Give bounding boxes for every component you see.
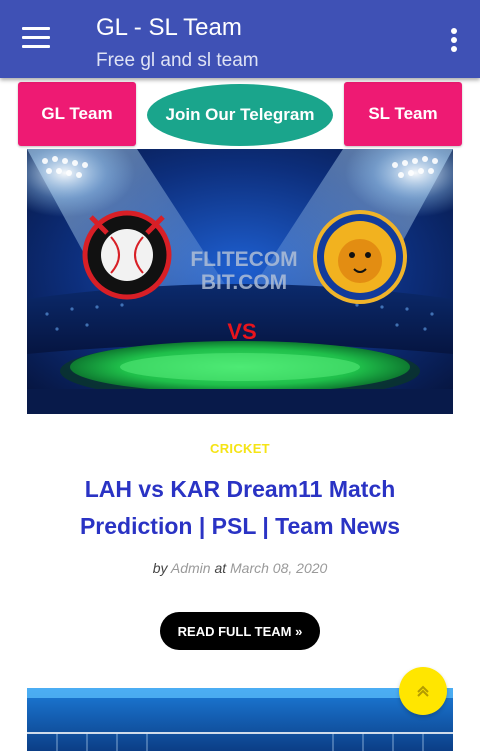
read-full-team-button[interactable]: READ FULL TEAM » bbox=[160, 612, 320, 650]
next-stadium-illustration bbox=[27, 688, 453, 751]
app-title: GL - SL Team bbox=[96, 14, 242, 41]
team-logo-left bbox=[82, 210, 172, 300]
meta-by-label: by bbox=[152, 560, 168, 576]
post-thumbnail[interactable]: FLITECOM BIT.COM VS bbox=[27, 149, 453, 414]
next-post-thumbnail[interactable] bbox=[27, 688, 453, 751]
app-subtitle: Free gl and sl team bbox=[96, 50, 259, 71]
sl-team-button[interactable]: SL Team bbox=[344, 82, 462, 146]
post-category[interactable]: CRICKET bbox=[0, 441, 480, 456]
scroll-to-top-button[interactable] bbox=[399, 667, 447, 715]
post-author[interactable]: Admin bbox=[171, 560, 211, 576]
stadium-illustration: FLITECOM BIT.COM VS bbox=[27, 149, 453, 414]
post-meta: by Admin at March 08, 2020 bbox=[0, 560, 480, 576]
app-bar: GL - SL Team Free gl and sl team bbox=[0, 0, 480, 78]
watermark-line1: FLITECOM bbox=[190, 248, 297, 271]
vs-label: VS bbox=[227, 319, 256, 344]
join-telegram-button[interactable]: Join Our Telegram bbox=[147, 84, 333, 146]
watermark-line2: BIT.COM bbox=[201, 271, 287, 294]
gl-team-button[interactable]: GL Team bbox=[18, 82, 136, 146]
top-button-row: GL Team Join Our Telegram SL Team bbox=[0, 82, 480, 148]
post-title[interactable]: LAH vs KAR Dream11 Match Prediction | PS… bbox=[60, 471, 420, 545]
hamburger-menu-icon[interactable] bbox=[22, 27, 50, 51]
team-logo-right bbox=[313, 210, 407, 304]
scroll-to-top-icon bbox=[417, 685, 429, 697]
more-vert-icon[interactable] bbox=[450, 28, 458, 52]
meta-at-label: at bbox=[214, 560, 227, 576]
post-date: March 08, 2020 bbox=[230, 560, 328, 576]
